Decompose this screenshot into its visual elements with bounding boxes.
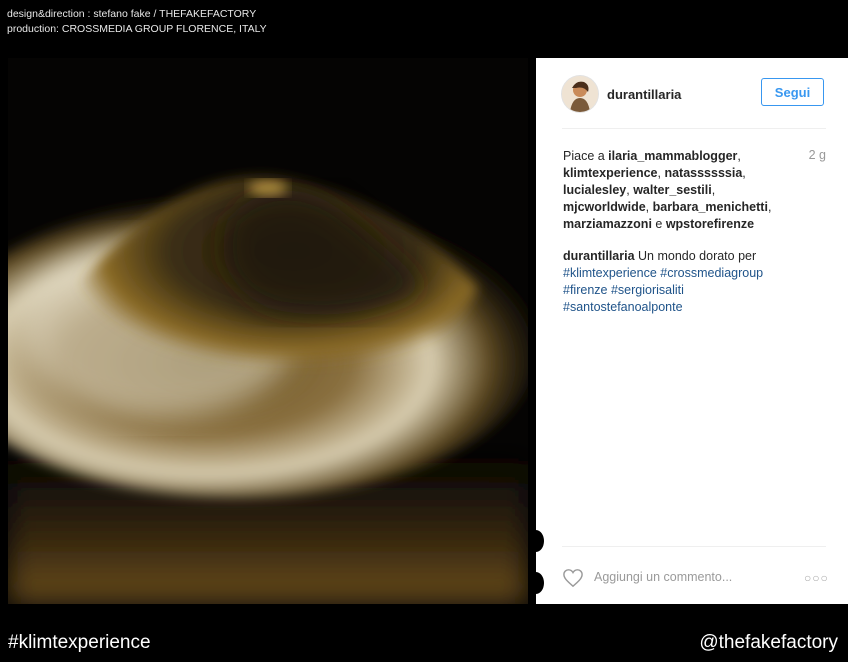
like-user[interactable]: klimtexperience: [563, 166, 658, 180]
panel-edge-notch: [528, 572, 544, 594]
like-user[interactable]: barbara_menichetti: [653, 200, 768, 214]
likes-text: Piace a ilaria_mammablogger, klimtexperi…: [563, 149, 772, 231]
hashtag-link[interactable]: #firenze: [563, 283, 607, 297]
hashtag-link[interactable]: #klimtexperience: [563, 266, 657, 280]
like-user[interactable]: wpstorefirenze: [666, 217, 754, 231]
hashtag-link[interactable]: #santostefanoalponte: [563, 300, 683, 314]
footer-divider: [562, 546, 826, 547]
like-user[interactable]: walter_sestili: [633, 183, 712, 197]
follow-button[interactable]: Segui: [761, 78, 824, 106]
post-caption: durantillaria Un mondo dorato per #klimt…: [563, 248, 803, 316]
like-user[interactable]: ilaria_mammablogger: [608, 149, 737, 163]
like-user[interactable]: mjcworldwide: [563, 200, 646, 214]
panel-edge-notch: [528, 530, 544, 552]
header-divider: [562, 128, 826, 129]
gold-sand-image: [8, 58, 528, 604]
footer-handle: @thefakefactory: [699, 632, 838, 653]
avatar[interactable]: [562, 76, 598, 112]
caption-author[interactable]: durantillaria: [563, 249, 635, 263]
like-user[interactable]: natassssssia: [664, 166, 742, 180]
heart-icon[interactable]: [562, 568, 584, 588]
post-time[interactable]: 2 g: [809, 148, 826, 162]
more-options-icon[interactable]: ○○○: [804, 571, 828, 585]
likes-conjunction: e: [651, 217, 666, 231]
likes-prefix: Piace a: [563, 149, 609, 163]
hashtag-link[interactable]: #crossmediagroup: [660, 266, 763, 280]
post-photo: [8, 58, 528, 604]
like-user[interactable]: marziamazzoni: [563, 217, 652, 231]
comment-row: ○○○: [536, 562, 848, 592]
comment-input[interactable]: [594, 567, 794, 587]
like-user[interactable]: lucialesley: [563, 183, 626, 197]
credits-direction: design&direction : stefano fake / THEFAK…: [7, 8, 257, 20]
credits-production: production: CROSSMEDIA GROUP FLORENCE, I…: [7, 23, 267, 35]
avatar-image: [562, 76, 598, 112]
caption-text: Un mondo dorato per: [634, 249, 757, 263]
post-side-panel: durantillaria Segui Piace a ilaria_mamma…: [536, 58, 848, 604]
post-header: durantillaria Segui: [536, 58, 848, 128]
footer-hashtag: #klimtexperience: [8, 632, 151, 653]
hashtag-link[interactable]: #sergiorisaliti: [611, 283, 684, 297]
credits: design&direction : stefano fake / THEFAK…: [7, 7, 267, 37]
post-username[interactable]: durantillaria: [607, 87, 681, 102]
